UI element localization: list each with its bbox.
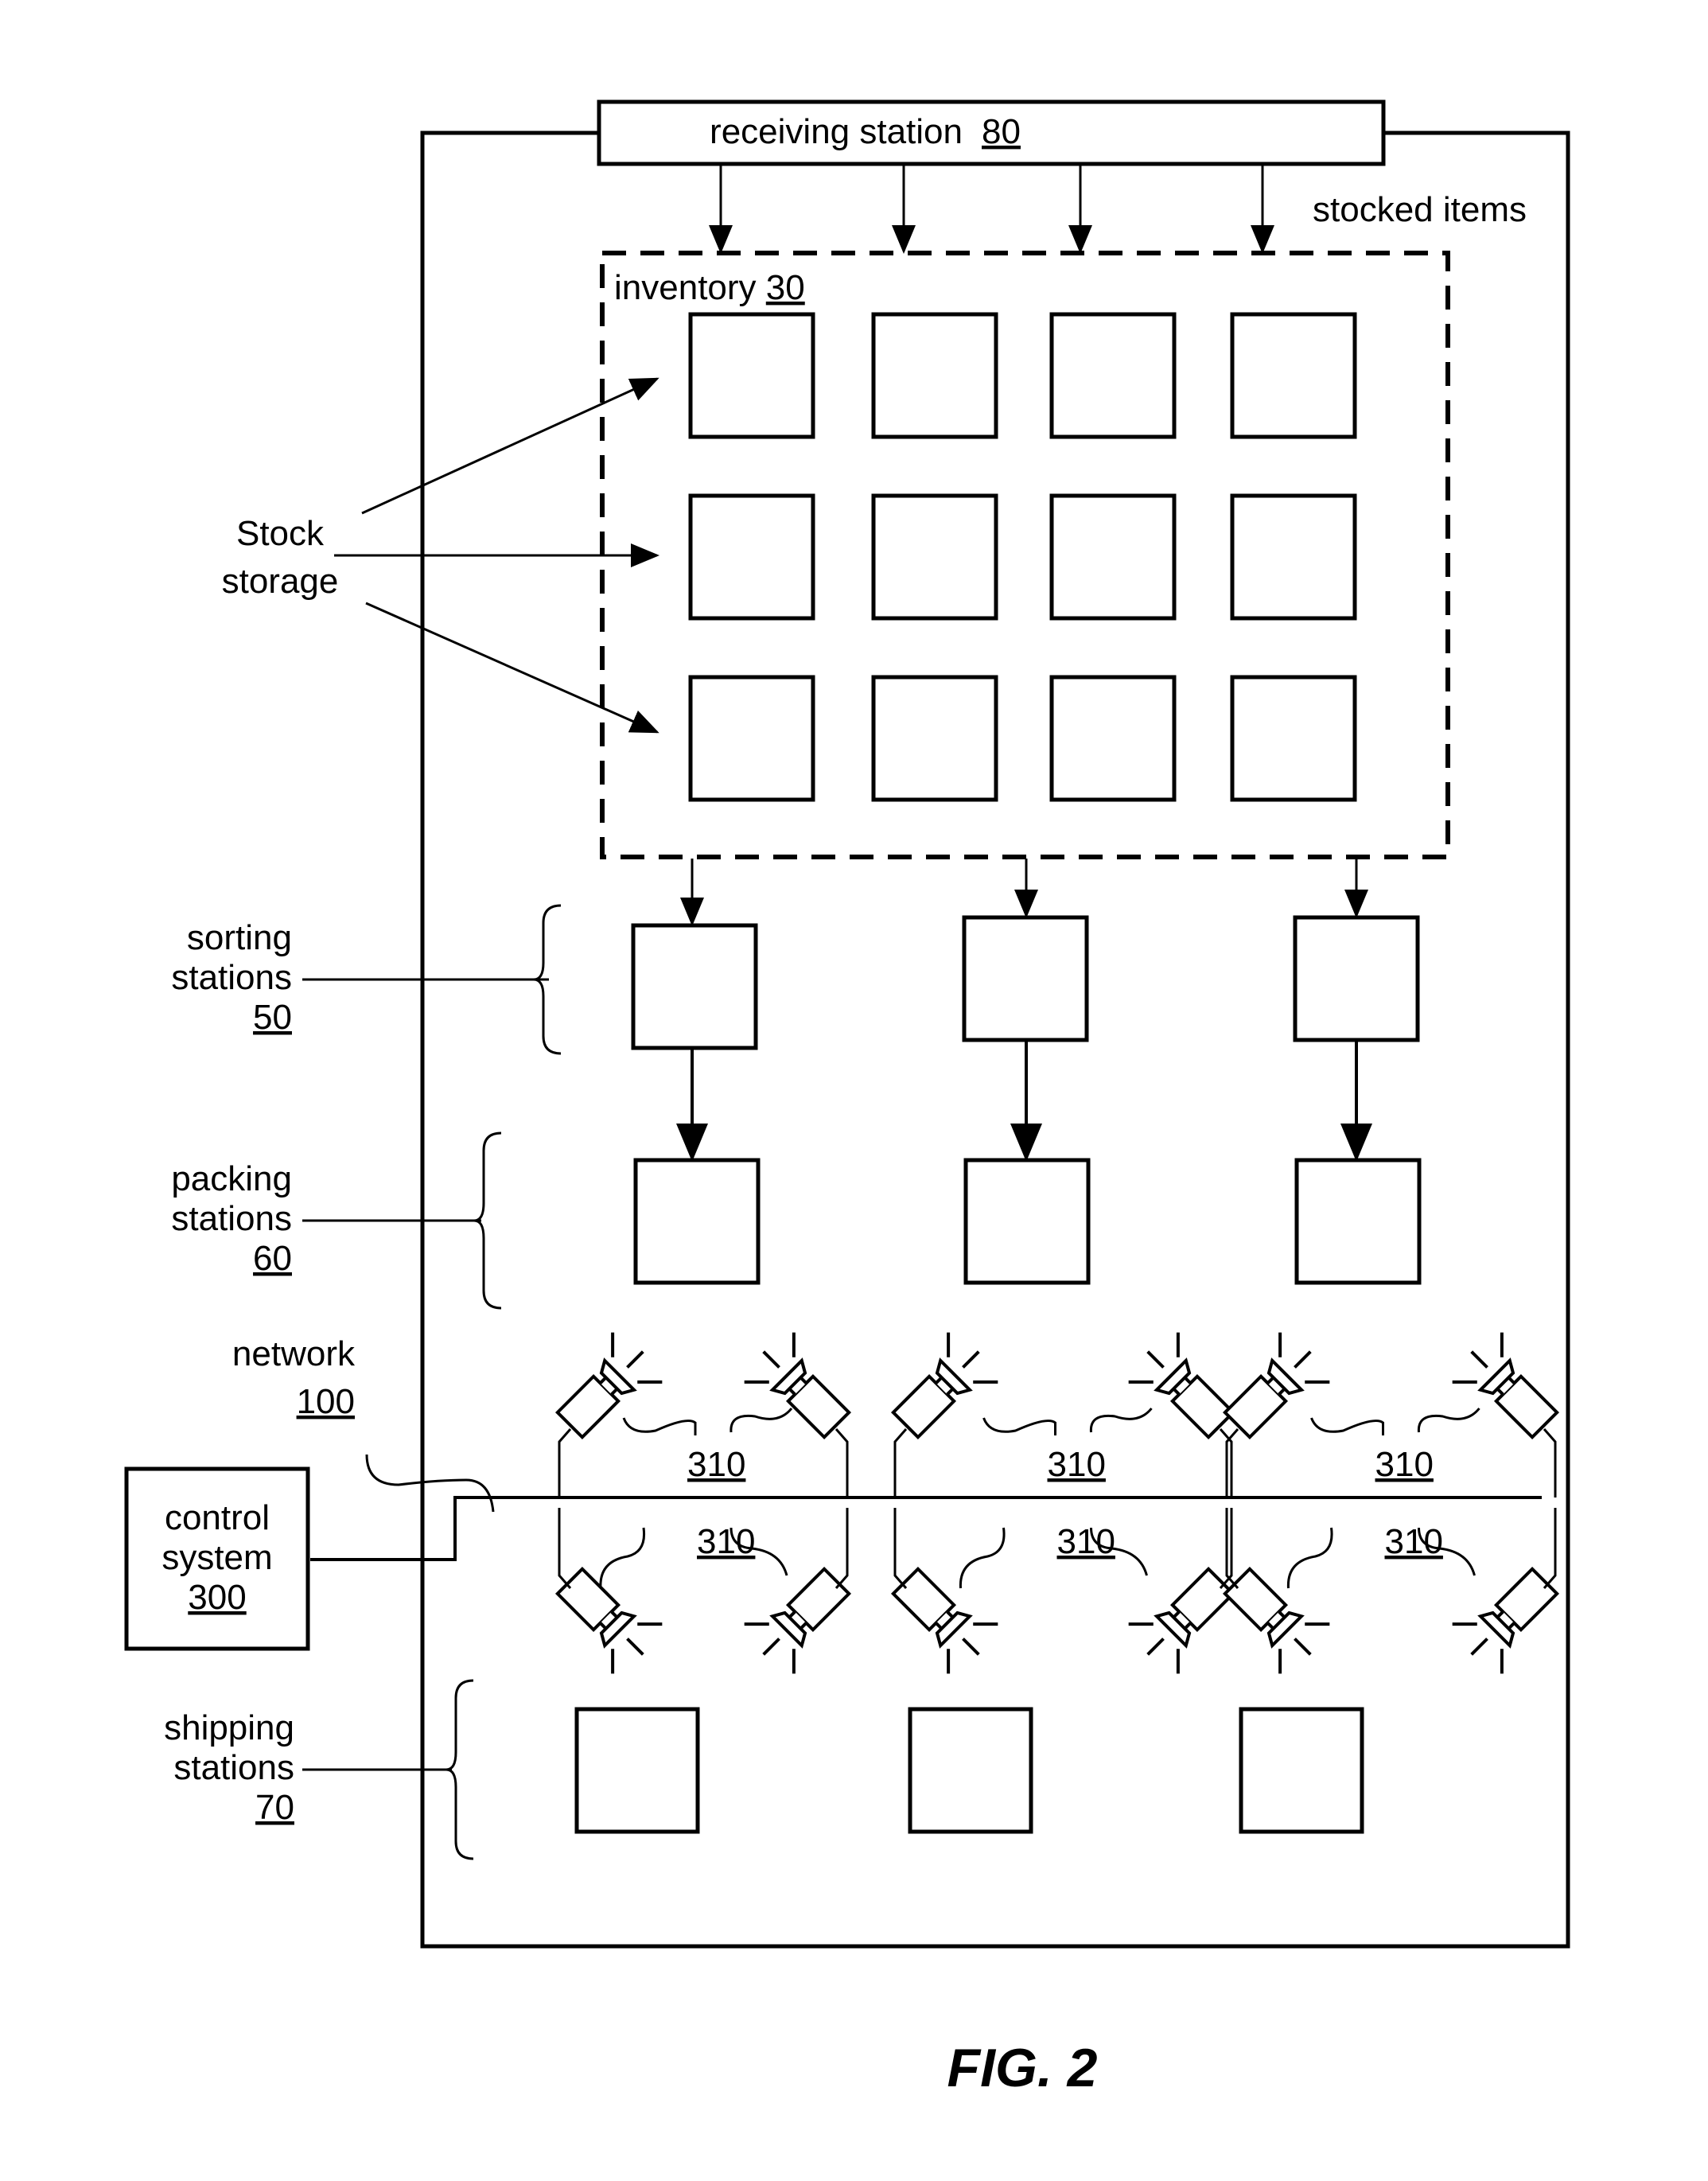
storage-bin [1049,675,1177,802]
shipping-stations [574,1707,1364,1834]
svg-text:system: system [161,1538,272,1577]
shipping-station [908,1707,1033,1834]
camera-ref-label: 310 [1048,1445,1106,1484]
shipping-station [574,1707,700,1834]
sorting-station [631,923,758,1050]
network-label: network [232,1334,356,1373]
svg-text:60: 60 [253,1239,292,1278]
figure-caption: FIG. 2 [947,2038,1098,2098]
svg-text:stations: stations [171,958,292,997]
storage-bin [688,493,815,621]
storage-bin [1230,493,1357,621]
receiving-station-label: receiving station [710,112,963,151]
network-ref: 100 [297,1382,355,1421]
svg-text:70: 70 [255,1788,294,1827]
svg-text:sorting: sorting [187,918,292,957]
warehouse-diagram: receiving station 80 stocked items inven… [124,99,1570,2098]
stock-storage-label-line1: Stock [236,514,325,553]
svg-text:stations: stations [171,1199,292,1238]
control-system: control system 300 [124,1466,310,1651]
storage-bin [1230,675,1357,802]
svg-text:control: control [165,1498,270,1537]
receiving-station: receiving station 80 [597,99,1386,166]
storage-bin [871,675,998,802]
svg-text:stations: stations [173,1748,294,1787]
storage-bin [688,675,815,802]
storage-bin [1230,312,1357,439]
packing-station [633,1158,761,1285]
storage-bin [688,312,815,439]
svg-text:300: 300 [188,1578,246,1617]
shipping-station [1239,1707,1364,1834]
storage-bin [871,493,998,621]
svg-text:packing: packing [171,1159,292,1198]
camera-ref-label: 310 [1385,1522,1443,1561]
svg-text:shipping: shipping [164,1708,294,1747]
receiving-station-ref: 80 [982,112,1021,151]
camera-ref-label: 310 [1375,1445,1434,1484]
camera-ref-label: 310 [697,1522,755,1561]
sorting-station [1293,915,1420,1042]
stocked-items-label: stocked items [1313,190,1527,229]
camera-ref-label: 310 [1057,1522,1115,1561]
svg-text:50: 50 [253,998,292,1037]
sorting-station [962,915,1089,1042]
packing-station [963,1158,1091,1285]
inventory-label: inventory 30 [614,268,805,307]
packing-station [1294,1158,1422,1285]
stock-storage-label-line2: storage [222,562,339,601]
storage-bin [1049,493,1177,621]
storage-bin [871,312,998,439]
camera-ref-label: 310 [687,1445,745,1484]
storage-bin [1049,312,1177,439]
